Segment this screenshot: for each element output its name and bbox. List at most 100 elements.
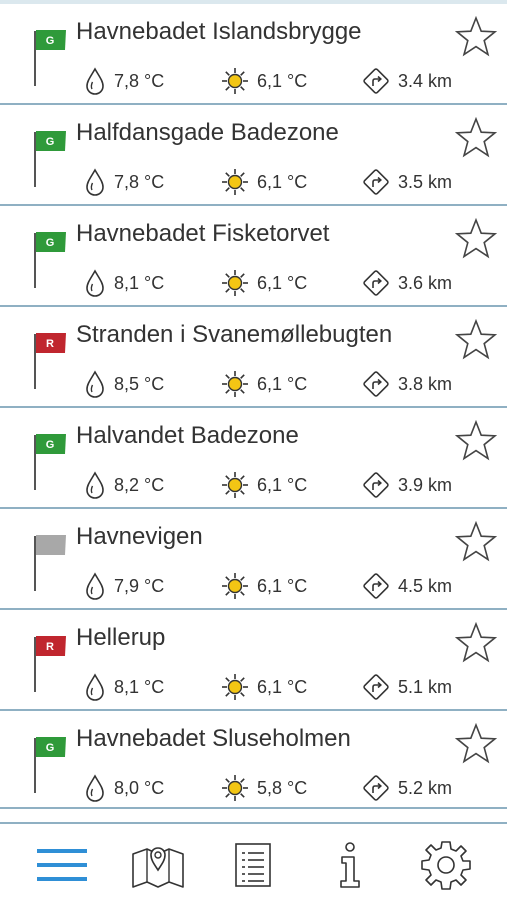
water-temperature: 8,5 °C bbox=[84, 369, 164, 399]
air-temperature-value: 5,8 °C bbox=[257, 777, 308, 798]
flag-icon bbox=[34, 535, 66, 591]
distance: 3.9 km bbox=[362, 470, 452, 500]
svg-text:G: G bbox=[46, 237, 55, 249]
flag-icon: G bbox=[34, 131, 66, 187]
menu-icon bbox=[37, 849, 87, 881]
svg-text:R: R bbox=[46, 641, 54, 653]
water-temperature-value: 7,8 °C bbox=[114, 70, 165, 91]
water-drop-icon bbox=[86, 67, 104, 95]
distance-value: 3.9 km bbox=[398, 474, 453, 495]
favorite-star-icon[interactable] bbox=[455, 521, 497, 563]
sun-icon bbox=[222, 573, 248, 599]
svg-text:R: R bbox=[46, 338, 54, 350]
distance: 4.5 km bbox=[362, 571, 452, 601]
water-drop-icon bbox=[86, 471, 104, 499]
directions-icon bbox=[363, 68, 389, 94]
flag-icon: G bbox=[34, 30, 66, 86]
distance: 3.5 km bbox=[362, 167, 452, 197]
sun-icon bbox=[222, 674, 248, 700]
beach-list-item[interactable]: G Halfdansgade Badezone 7,8 °C 6,1 °C 3.… bbox=[0, 105, 507, 206]
beach-list-item[interactable]: G Havnebadet Islandsbrygge 7,8 °C 6,1 °C… bbox=[0, 4, 507, 105]
water-temperature-value: 7,8 °C bbox=[114, 171, 165, 192]
directions-icon bbox=[363, 573, 389, 599]
tab-settings[interactable] bbox=[416, 838, 476, 892]
favorite-star-icon[interactable] bbox=[455, 319, 497, 361]
distance: 5.2 km bbox=[362, 773, 452, 803]
beach-list-item[interactable]: G Havnebadet Sluseholmen 8,0 °C 5,8 °C 5… bbox=[0, 711, 507, 809]
beach-list-item[interactable]: Havnevigen 7,9 °C 6,1 °C 4.5 km bbox=[0, 509, 507, 610]
favorite-star-icon[interactable] bbox=[455, 117, 497, 159]
distance-value: 3.8 km bbox=[398, 373, 453, 394]
distance: 3.8 km bbox=[362, 369, 452, 399]
favorite-star-icon[interactable] bbox=[455, 218, 497, 260]
water-drop-icon bbox=[86, 673, 104, 701]
favorite-star-icon[interactable] bbox=[455, 622, 497, 664]
flag-icon: R bbox=[34, 333, 66, 389]
water-temperature: 8,1 °C bbox=[84, 672, 164, 702]
air-temperature: 6,1 °C bbox=[221, 167, 307, 197]
favorite-star-icon[interactable] bbox=[455, 16, 497, 58]
distance-value: 3.5 km bbox=[398, 171, 453, 192]
sun-icon bbox=[222, 472, 248, 498]
directions-icon bbox=[363, 371, 389, 397]
air-temperature-value: 6,1 °C bbox=[257, 676, 308, 697]
beach-name: Havnebadet Sluseholmen bbox=[76, 725, 351, 752]
flag-icon: G bbox=[34, 737, 66, 793]
info-icon bbox=[340, 842, 360, 888]
beach-name: Havnebadet Islandsbrygge bbox=[76, 18, 362, 45]
beach-name: Hellerup bbox=[76, 624, 166, 651]
svg-text:G: G bbox=[46, 742, 55, 754]
water-temperature: 8,0 °C bbox=[84, 773, 164, 803]
beach-list-item[interactable]: R Stranden i Svanemøllebugten 8,5 °C 6,1… bbox=[0, 307, 507, 408]
tab-menu[interactable] bbox=[32, 838, 92, 892]
distance-value: 3.6 km bbox=[398, 272, 453, 293]
directions-icon bbox=[363, 775, 389, 801]
beach-list: G Havnebadet Islandsbrygge 7,8 °C 6,1 °C… bbox=[0, 4, 507, 809]
flag-icon: G bbox=[34, 434, 66, 490]
tab-list[interactable] bbox=[223, 838, 283, 892]
distance-value: 3.4 km bbox=[398, 70, 453, 91]
directions-icon bbox=[363, 674, 389, 700]
beach-name: Halvandet Badezone bbox=[76, 422, 299, 449]
beach-list-item[interactable]: G Halvandet Badezone 8,2 °C 6,1 °C 3.9 k… bbox=[0, 408, 507, 509]
water-temperature-value: 8,1 °C bbox=[114, 676, 165, 697]
distance-value: 5.2 km bbox=[398, 777, 453, 798]
air-temperature: 6,1 °C bbox=[221, 369, 307, 399]
water-temperature: 7,8 °C bbox=[84, 66, 164, 96]
air-temperature: 6,1 °C bbox=[221, 470, 307, 500]
beach-name: Stranden i Svanemøllebugten bbox=[76, 321, 393, 348]
tab-map[interactable] bbox=[128, 838, 188, 892]
air-temperature: 6,1 °C bbox=[221, 268, 307, 298]
directions-icon bbox=[363, 472, 389, 498]
tab-info[interactable] bbox=[320, 838, 380, 892]
air-temperature-value: 6,1 °C bbox=[257, 474, 308, 495]
air-temperature: 6,1 °C bbox=[221, 672, 307, 702]
water-temperature-value: 8,2 °C bbox=[114, 474, 165, 495]
water-temperature: 8,2 °C bbox=[84, 470, 164, 500]
favorite-star-icon[interactable] bbox=[455, 723, 497, 765]
sun-icon bbox=[222, 270, 248, 296]
svg-text:G: G bbox=[46, 35, 55, 47]
svg-text:G: G bbox=[46, 136, 55, 148]
air-temperature-value: 6,1 °C bbox=[257, 373, 308, 394]
water-drop-icon bbox=[86, 370, 104, 398]
directions-icon bbox=[363, 270, 389, 296]
water-temperature-value: 7,9 °C bbox=[114, 575, 165, 596]
air-temperature-value: 6,1 °C bbox=[257, 70, 308, 91]
air-temperature-value: 6,1 °C bbox=[257, 272, 308, 293]
water-temperature-value: 8,0 °C bbox=[114, 777, 165, 798]
beach-list-item[interactable]: G Havnebadet Fisketorvet 8,1 °C 6,1 °C 3… bbox=[0, 206, 507, 307]
flag-icon: R bbox=[34, 636, 66, 692]
water-drop-icon bbox=[86, 572, 104, 600]
distance: 3.6 km bbox=[362, 268, 452, 298]
distance: 5.1 km bbox=[362, 672, 452, 702]
water-temperature-value: 8,1 °C bbox=[114, 272, 165, 293]
sun-icon bbox=[222, 371, 248, 397]
bottom-tab-bar bbox=[0, 822, 507, 900]
favorite-star-icon[interactable] bbox=[455, 420, 497, 462]
water-temperature: 7,9 °C bbox=[84, 571, 164, 601]
water-temperature: 7,8 °C bbox=[84, 167, 164, 197]
directions-icon bbox=[363, 169, 389, 195]
beach-list-item[interactable]: R Hellerup 8,1 °C 6,1 °C 5.1 km bbox=[0, 610, 507, 711]
svg-text:G: G bbox=[46, 439, 55, 451]
